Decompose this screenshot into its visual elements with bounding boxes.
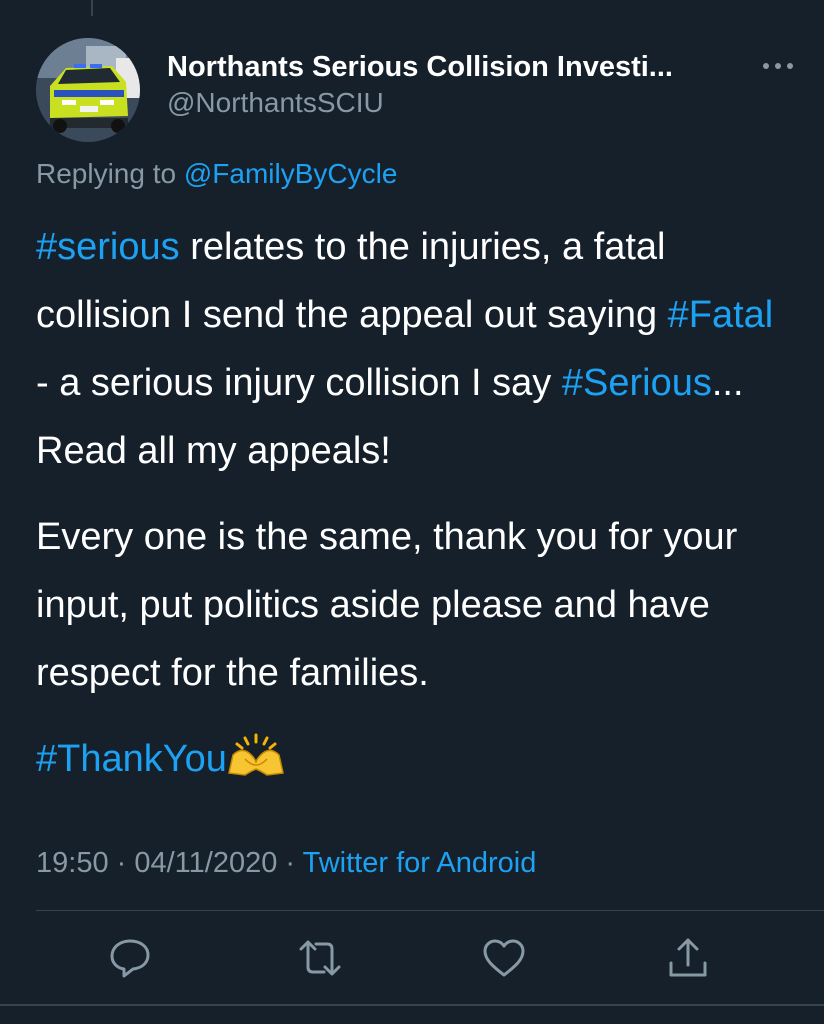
author-handle[interactable]: @NorthantsSCIU [167, 86, 767, 120]
replying-to-handle[interactable]: @FamilyByCycle [184, 158, 398, 189]
tweet-meta: 19:50 · 04/11/2020 · Twitter for Android [36, 845, 536, 881]
meta-separator: · [277, 847, 303, 879]
tweet-time: 19:50 [36, 847, 109, 879]
divider [36, 910, 824, 911]
tweet-body: #serious relates to the injuries, a fata… [36, 213, 796, 793]
tweet-source-link[interactable]: Twitter for Android [303, 847, 537, 879]
tweet-date: 04/11/2020 [134, 847, 278, 879]
replying-to-label: Replying to [36, 158, 177, 189]
hashtag-link[interactable]: #Fatal [668, 294, 774, 336]
replying-to: Replying to @FamilyByCycle [36, 157, 397, 191]
tweet-actions [0, 935, 824, 985]
tweet-paragraph-1: #serious relates to the injuries, a fata… [36, 213, 796, 485]
author-display-name[interactable]: Northants Serious Collision Investi... [167, 50, 767, 84]
meta-separator: · [108, 847, 135, 879]
thread-line [91, 0, 93, 16]
share-icon[interactable] [665, 935, 711, 981]
hashtag-link[interactable]: #Serious [562, 362, 712, 404]
bottom-divider [0, 1004, 824, 1006]
like-icon[interactable] [481, 935, 527, 981]
heart-hands-emoji-icon [227, 731, 285, 776]
more-options-icon[interactable] [760, 56, 796, 76]
tweet-text: - a serious injury collision I say [36, 362, 562, 404]
avatar[interactable] [36, 38, 140, 142]
reply-icon[interactable] [107, 935, 153, 981]
retweet-icon[interactable] [297, 935, 343, 981]
hashtag-link[interactable]: #serious [36, 226, 180, 268]
hashtag-link[interactable]: #ThankYou [36, 738, 227, 780]
tweet-paragraph-3: #ThankYou [36, 725, 796, 793]
tweet-header: Northants Serious Collision Investi... @… [36, 38, 796, 142]
tweet-paragraph-2: Every one is the same, thank you for you… [36, 516, 738, 694]
